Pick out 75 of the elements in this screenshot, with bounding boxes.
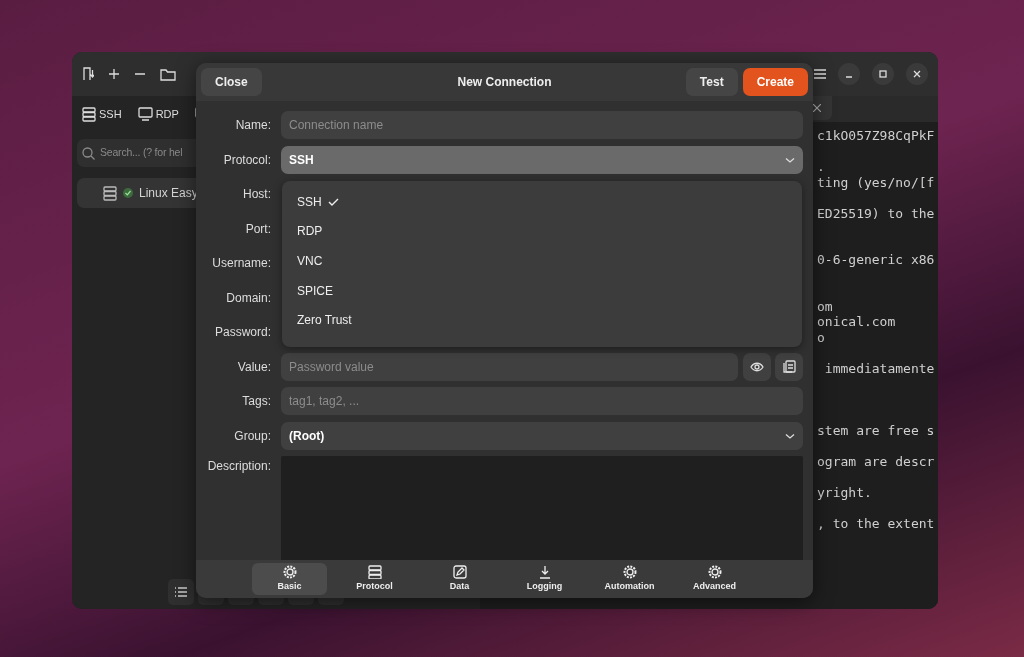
close-icon bbox=[913, 70, 921, 78]
terminal-line: c1kO057Z98CqPkF bbox=[817, 128, 936, 144]
description-field[interactable] bbox=[281, 456, 803, 560]
test-button[interactable]: Test bbox=[685, 68, 738, 96]
minimize-button[interactable] bbox=[838, 63, 860, 85]
terminal-line: 0-6-generic x86 bbox=[817, 252, 936, 268]
dropdown[interactable]: SSH bbox=[281, 145, 803, 174]
list-button[interactable] bbox=[168, 579, 194, 605]
close-icon[interactable] bbox=[813, 104, 821, 112]
create-button[interactable]: Create bbox=[742, 68, 808, 96]
terminal-line: immediatamente bbox=[823, 360, 936, 376]
search-icon bbox=[82, 146, 95, 160]
chevron-down-icon bbox=[785, 432, 795, 439]
menu-item[interactable]: RDP bbox=[287, 216, 797, 247]
download-icon bbox=[537, 564, 552, 579]
tab[interactable]: Logging bbox=[507, 563, 582, 595]
field-label: Domain: bbox=[225, 289, 271, 307]
checkmark-icon bbox=[327, 197, 339, 206]
edit-icon bbox=[452, 564, 467, 579]
vault-button[interactable] bbox=[775, 352, 803, 381]
terminal-line: , to the extent bbox=[817, 515, 936, 531]
server-icon bbox=[82, 106, 96, 122]
tab[interactable]: Advanced bbox=[677, 563, 752, 595]
list-icon bbox=[175, 587, 187, 597]
field-label: Protocol: bbox=[222, 151, 271, 169]
terminal-line: ting (yes/no/[f bbox=[817, 174, 936, 190]
field-label: Username: bbox=[211, 255, 271, 272]
field-label: Port: bbox=[244, 220, 271, 238]
terminal-line: onical.com bbox=[817, 314, 897, 330]
field-label: Password: bbox=[213, 324, 271, 341]
field-label: Value: bbox=[236, 358, 271, 376]
gear-icon bbox=[282, 564, 297, 579]
tab[interactable]: Protocol bbox=[337, 563, 412, 595]
maximize-button[interactable] bbox=[872, 63, 894, 85]
input-field[interactable]: tag1, tag2, ... bbox=[281, 387, 803, 415]
import-icon[interactable] bbox=[82, 67, 94, 81]
terminal-line: ED25519) to the bbox=[817, 205, 936, 221]
monitor-icon bbox=[137, 107, 153, 121]
folder-plus-icon[interactable] bbox=[160, 67, 176, 81]
field-label: Group: bbox=[233, 427, 271, 445]
password-field[interactable]: Password value bbox=[281, 352, 738, 381]
field-label: Tags: bbox=[241, 393, 271, 410]
chevron-down-icon bbox=[785, 156, 795, 163]
terminal-line: . bbox=[817, 159, 826, 175]
menu-item[interactable]: VNC bbox=[287, 246, 797, 276]
filter-button[interactable]: RDP bbox=[137, 105, 179, 123]
tab[interactable]: Data bbox=[422, 563, 497, 595]
filter-button[interactable]: SSH bbox=[82, 105, 122, 123]
server-icon bbox=[103, 185, 117, 201]
dialog-title: New Connection bbox=[457, 74, 552, 91]
close-button[interactable]: Close bbox=[201, 68, 262, 96]
reveal-button[interactable] bbox=[743, 352, 771, 381]
maximize-icon bbox=[879, 70, 887, 78]
terminal-line: o bbox=[817, 329, 826, 345]
field-label: Name: bbox=[234, 117, 271, 134]
document-icon bbox=[782, 360, 796, 373]
terminal-line: ogram are descr bbox=[817, 453, 936, 469]
menu-icon[interactable] bbox=[814, 69, 826, 79]
dropdown[interactable]: (Root) bbox=[281, 421, 803, 450]
terminal-line: om bbox=[817, 298, 834, 314]
server-icon bbox=[367, 564, 382, 579]
field-label: Description: bbox=[206, 458, 271, 475]
menu-item[interactable]: SPICE bbox=[287, 275, 797, 306]
eye-icon bbox=[750, 361, 764, 372]
input-field[interactable]: Connection name bbox=[281, 111, 803, 139]
menu-item[interactable]: Zero Trust bbox=[287, 305, 797, 335]
terminal-line: yright. bbox=[817, 484, 873, 500]
tab[interactable]: Basic bbox=[252, 563, 327, 595]
terminal-line: stem are free s bbox=[817, 422, 936, 438]
gear-icon bbox=[622, 564, 637, 579]
field-label: Host: bbox=[242, 186, 271, 203]
close-button[interactable] bbox=[906, 63, 928, 85]
tab[interactable]: Automation bbox=[592, 563, 667, 595]
add-icon[interactable] bbox=[108, 68, 120, 80]
gear-icon bbox=[707, 564, 722, 579]
